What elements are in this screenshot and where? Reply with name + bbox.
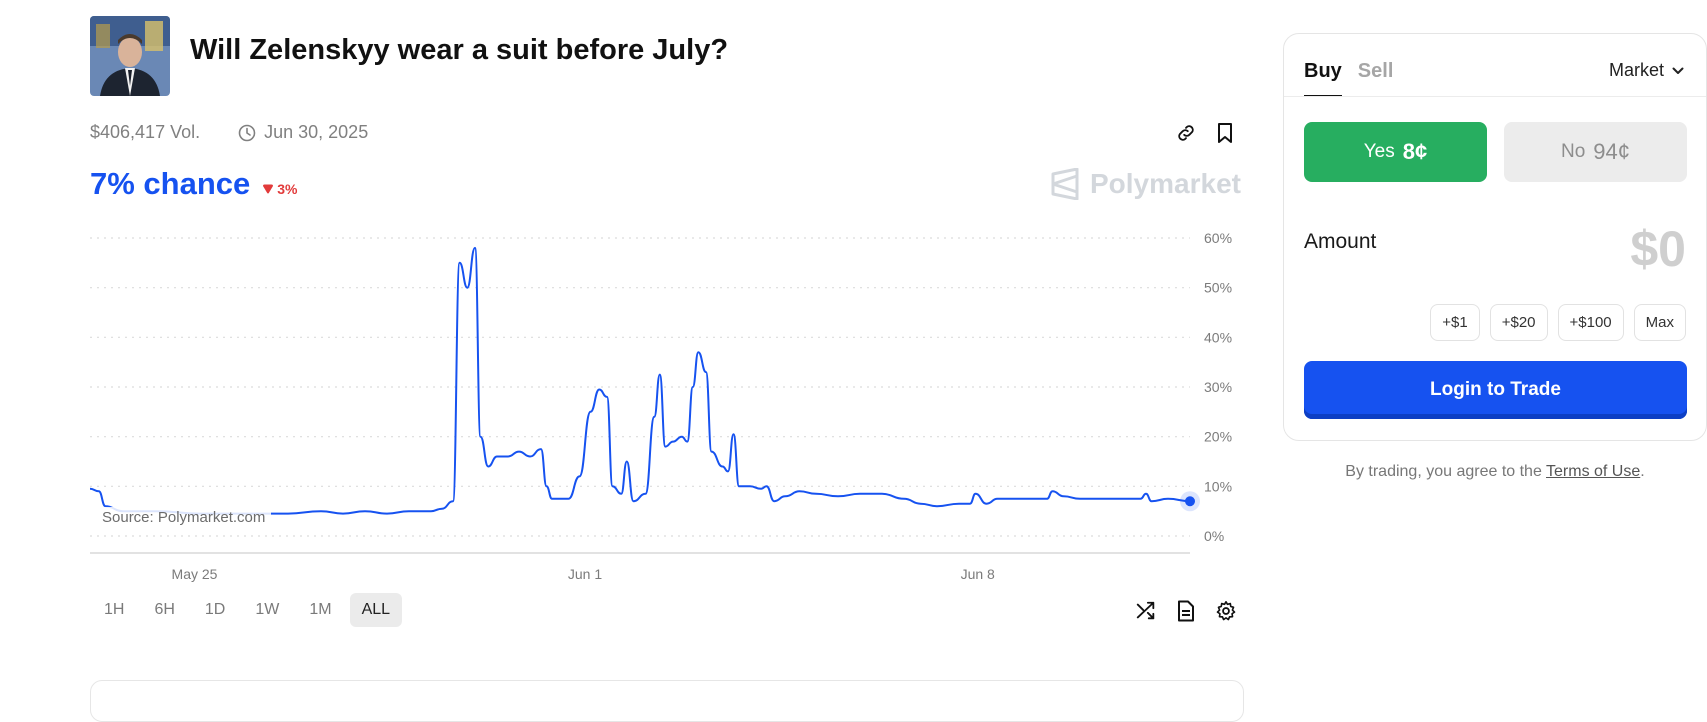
no-price: 94¢: [1593, 139, 1630, 164]
y-tick-label: 0%: [1204, 528, 1224, 544]
order-type-label: Market: [1608, 60, 1664, 80]
last-point-marker: [1185, 496, 1195, 507]
tab-buy[interactable]: Buy: [1304, 60, 1342, 97]
trade-panel: Buy Sell Market Yes 8¢ No 94¢ Amount $0 …: [1283, 33, 1707, 441]
yes-label: Yes: [1363, 141, 1395, 162]
chevron-down-icon: [1672, 67, 1684, 74]
yes-price: 8¢: [1402, 139, 1428, 164]
series-line: [89, 246, 1191, 515]
chart-tools: [1132, 597, 1240, 625]
quick-amounts: +$1 +$20 +$100 Max: [1430, 304, 1686, 341]
terms-prefix: By trading, you agree to the: [1345, 463, 1547, 480]
yes-button[interactable]: Yes 8¢: [1304, 122, 1487, 182]
x-tick-label: May 25: [172, 566, 218, 582]
quick-amount-button[interactable]: +$20: [1489, 304, 1548, 341]
quick-amount-button[interactable]: +$100: [1557, 304, 1624, 341]
range-button-1d[interactable]: 1D: [193, 593, 237, 627]
y-tick-label: 60%: [1204, 230, 1232, 246]
no-label: No: [1560, 141, 1586, 162]
terms-of-use-link[interactable]: Terms of Use: [1546, 463, 1640, 480]
range-button-1h[interactable]: 1H: [92, 593, 136, 627]
details-card: [90, 680, 1244, 722]
x-tick-label: Jun 1: [568, 566, 602, 582]
settings-button[interactable]: [1212, 597, 1240, 625]
shuffle-button[interactable]: [1132, 597, 1160, 625]
login-to-trade-button[interactable]: Login to Trade: [1304, 361, 1687, 419]
amount-label: Amount: [1304, 230, 1377, 253]
range-button-1w[interactable]: 1W: [243, 593, 291, 627]
gear-icon: [1216, 601, 1236, 621]
x-tick-label: Jun 8: [961, 566, 995, 582]
terms-notice: By trading, you agree to the Terms of Us…: [1283, 463, 1707, 481]
quick-amount-button[interactable]: +$1: [1430, 304, 1480, 341]
document-button[interactable]: [1172, 597, 1200, 625]
y-tick-label: 40%: [1204, 329, 1232, 345]
range-button-1m[interactable]: 1M: [297, 593, 343, 627]
range-button-6h[interactable]: 6H: [142, 593, 186, 627]
trade-tabs: Buy Sell: [1304, 60, 1393, 97]
order-type-dropdown[interactable]: Market: [1609, 60, 1684, 81]
amount-input[interactable]: $0: [1630, 220, 1686, 278]
no-button[interactable]: No 94¢: [1504, 122, 1687, 182]
quick-amount-button[interactable]: Max: [1633, 304, 1686, 341]
tabs-divider: [1284, 96, 1706, 97]
shuffle-icon: [1136, 601, 1155, 620]
chart-source: Source: Polymarket.com: [96, 507, 272, 528]
y-tick-label: 50%: [1204, 280, 1232, 296]
document-icon: [1178, 600, 1194, 622]
y-tick-label: 10%: [1204, 478, 1232, 494]
tab-sell[interactable]: Sell: [1358, 60, 1394, 97]
y-tick-label: 20%: [1204, 429, 1232, 445]
y-tick-label: 30%: [1204, 379, 1232, 395]
terms-suffix: .: [1640, 463, 1645, 480]
range-button-all[interactable]: ALL: [349, 593, 403, 627]
range-selector: 1H 6H 1D 1W 1M ALL: [92, 593, 403, 627]
